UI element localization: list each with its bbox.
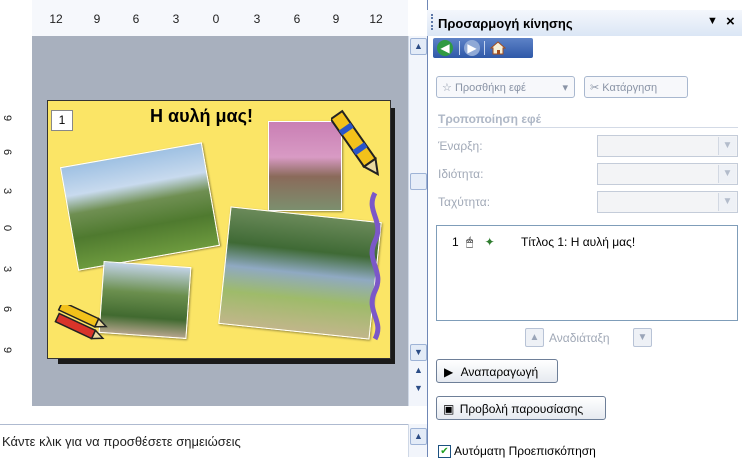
move-down-icon[interactable]: ▼ <box>633 328 652 347</box>
chevron-down-icon[interactable]: ▼ <box>718 165 736 183</box>
autopreview-label: Αυτόματη Προεπισκόπηση <box>454 444 596 458</box>
slideshow-label: Προβολή παρουσίασης <box>459 402 584 416</box>
property-select[interactable]: ▼ <box>597 163 738 185</box>
ruler-tick: 9 <box>332 12 340 26</box>
modify-effect-heading: Τροποποίηση εφέ <box>438 112 542 126</box>
home-icon[interactable] <box>489 40 507 56</box>
scroll-up-icon[interactable]: ▲ <box>410 38 427 55</box>
ruler-tick: 9 <box>1 114 14 122</box>
ruler-tick: 12 <box>369 12 383 26</box>
effect-label[interactable]: Τίτλος 1: Η αυλή μας! <box>521 235 635 249</box>
slideshow-icon: ▣ <box>443 402 455 416</box>
section-divider <box>438 127 738 128</box>
ruler-tick: 6 <box>1 148 14 156</box>
move-up-icon[interactable]: ▲ <box>525 328 544 347</box>
reorder-label: Αναδιάταξη <box>549 331 610 345</box>
property-label: Ιδιότητα: <box>438 167 484 181</box>
notes-placeholder[interactable]: Κάντε κλικ για να προσθέσετε σημειώσεις <box>2 434 241 449</box>
ruler-tick: 6 <box>1 305 14 313</box>
ruler-tick: 6 <box>293 12 301 26</box>
autopreview-checkbox[interactable]: ✔ Αυτόματη Προεπισκόπηση <box>438 444 596 458</box>
ruler-tick: 6 <box>132 12 140 26</box>
pane-menu-icon[interactable]: ▼ <box>707 15 718 27</box>
chevron-down-icon[interactable]: ▼ <box>718 193 736 211</box>
start-label: Έναρξη: <box>438 139 483 153</box>
scroll-down-icon[interactable]: ▼ <box>410 344 427 361</box>
entrance-effect-icon: ✦ <box>484 235 495 249</box>
crayon-clipart[interactable] <box>331 103 381 183</box>
start-select[interactable]: ▼ <box>597 135 738 157</box>
slideshow-button[interactable]: ▣ Προβολή παρουσίασης <box>436 396 606 420</box>
photo-yard-3[interactable] <box>98 261 192 339</box>
remove-label: Κατάργηση <box>602 82 658 94</box>
ruler-tick: 9 <box>93 12 101 26</box>
close-icon[interactable]: × <box>726 13 735 30</box>
slide-title[interactable]: Η αυλή μας! <box>150 106 253 127</box>
task-pane-title: Προσαρμογή κίνησης <box>438 16 573 31</box>
play-label: Αναπαραγωγή <box>460 365 539 379</box>
add-effect-button[interactable]: ☆ Προσθήκη εφέ ▾ <box>436 76 575 98</box>
mouse-click-icon: 🖱 <box>466 235 474 249</box>
chevron-down-icon[interactable]: ▼ <box>718 137 736 155</box>
effect-item[interactable]: 1 🖱 ✦ <box>452 235 495 250</box>
ruler-tick: 0 <box>212 12 220 26</box>
crayons-clipart[interactable] <box>48 305 108 355</box>
remove-icon: ✂ <box>590 82 600 94</box>
scroll-thumb[interactable] <box>410 173 427 190</box>
notes-scrollbar[interactable]: ▲ <box>408 424 427 457</box>
grip-icon[interactable] <box>431 14 435 30</box>
ruler-tick: 3 <box>1 187 14 195</box>
chevron-down-icon: ▾ <box>562 82 568 94</box>
ruler-tick: 3 <box>1 265 14 273</box>
task-pane-navbar: ◀ ▶ <box>433 38 533 58</box>
slide-canvas[interactable]: 1 Η αυλή μας! <box>47 100 391 359</box>
star-icon: ☆ <box>442 82 452 94</box>
play-button[interactable]: ▶ Αναπαραγωγή <box>436 359 558 383</box>
effect-number: 1 <box>452 235 459 249</box>
notes-scroll-up-icon[interactable]: ▲ <box>410 428 427 445</box>
ruler-tick: 9 <box>1 346 14 354</box>
horizontal-ruler: 12 9 6 3 0 3 6 9 12 <box>32 0 408 37</box>
ruler-tick: 3 <box>253 12 261 26</box>
next-slide-icon[interactable]: ▼ <box>410 380 427 397</box>
slide-number: 1 <box>51 110 73 131</box>
checkbox-check-icon[interactable]: ✔ <box>438 445 451 458</box>
back-icon[interactable]: ◀ <box>437 40 453 56</box>
ruler-tick: 0 <box>1 224 14 232</box>
forward-icon[interactable]: ▶ <box>464 40 480 56</box>
vertical-ruler: 9 6 3 0 3 6 9 <box>0 36 32 406</box>
add-effect-label: Προσθήκη εφέ <box>454 82 526 94</box>
ruler-tick: 12 <box>49 12 63 26</box>
vertical-scrollbar[interactable]: ▲ ▼ ▲ ▼ <box>408 36 427 406</box>
photo-yard-1[interactable] <box>59 142 221 271</box>
remove-effect-button[interactable]: ✂ Κατάργηση <box>584 76 688 98</box>
squiggle-clipart[interactable] <box>363 191 387 341</box>
ruler-tick: 3 <box>172 12 180 26</box>
previous-slide-icon[interactable]: ▲ <box>410 362 427 379</box>
speed-select[interactable]: ▼ <box>597 191 738 213</box>
photo-yard-2[interactable] <box>218 206 382 340</box>
play-icon: ▶ <box>444 365 454 379</box>
speed-label: Ταχύτητα: <box>438 195 491 209</box>
